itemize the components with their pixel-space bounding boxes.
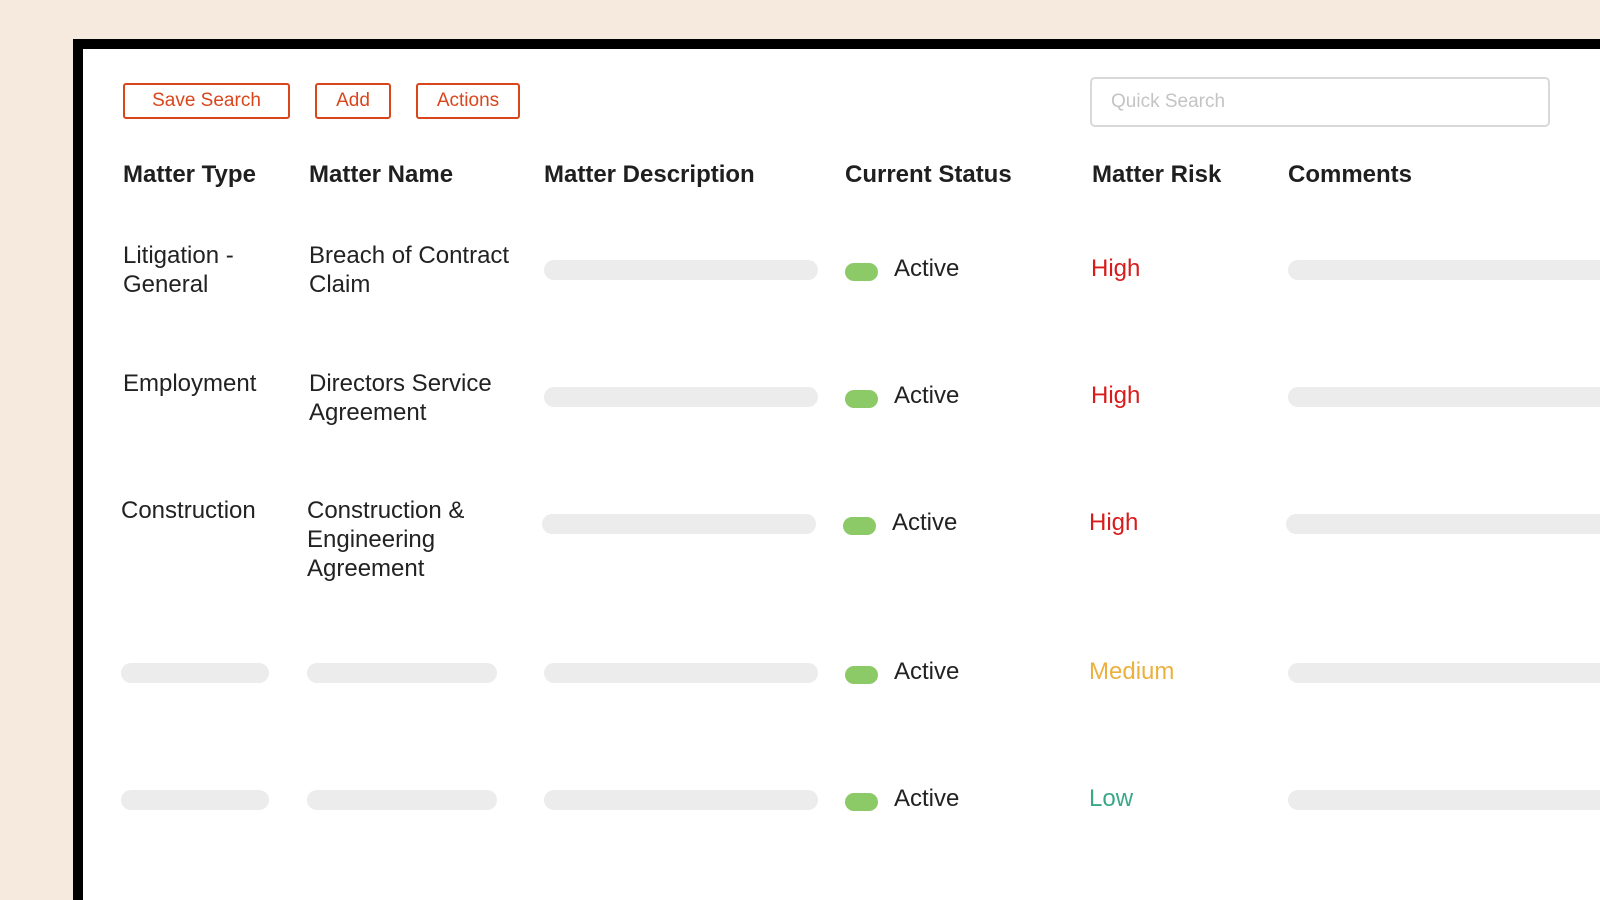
description-placeholder-bar bbox=[544, 663, 818, 683]
status-indicator bbox=[845, 793, 878, 811]
status-label: Active bbox=[894, 785, 960, 812]
status-indicator bbox=[843, 517, 876, 535]
table-row[interactable]: Construction Construction & Engineering … bbox=[83, 496, 1600, 624]
comments-placeholder-bar bbox=[1288, 387, 1600, 407]
matter-name-placeholder-bar bbox=[307, 790, 497, 810]
column-header-matter-risk[interactable]: Matter Risk bbox=[1092, 161, 1221, 189]
matter-type-placeholder-bar bbox=[121, 663, 269, 683]
column-header-matter-type[interactable]: Matter Type bbox=[123, 161, 256, 189]
status-indicator bbox=[845, 263, 878, 281]
description-placeholder-bar bbox=[544, 790, 818, 810]
table-row[interactable]: Active Low bbox=[83, 777, 1600, 900]
table-row[interactable]: Active Medium bbox=[83, 649, 1600, 777]
status-label: Active bbox=[894, 255, 960, 282]
table-row[interactable]: Employment Directors Service Agreement A… bbox=[83, 369, 1600, 497]
status-label: Active bbox=[894, 658, 960, 685]
description-placeholder-bar bbox=[544, 260, 818, 280]
column-header-matter-description[interactable]: Matter Description bbox=[544, 161, 755, 189]
matters-panel: Save Search Add Actions Matter Type Matt… bbox=[83, 49, 1600, 900]
column-header-comments[interactable]: Comments bbox=[1288, 161, 1412, 189]
matter-type-cell: Litigation - General bbox=[123, 242, 234, 298]
matter-name-cell: Directors Service Agreement bbox=[309, 370, 492, 426]
comments-placeholder-bar bbox=[1288, 260, 1600, 280]
risk-label: High bbox=[1091, 255, 1141, 282]
status-label: Active bbox=[892, 509, 958, 536]
save-search-button[interactable]: Save Search bbox=[123, 83, 290, 119]
table-row[interactable]: Litigation - General Breach of Contract … bbox=[83, 241, 1600, 369]
risk-label: High bbox=[1089, 509, 1139, 536]
risk-label: Low bbox=[1089, 785, 1134, 812]
column-header-matter-name[interactable]: Matter Name bbox=[309, 161, 453, 189]
description-placeholder-bar bbox=[542, 514, 816, 534]
comments-placeholder-bar bbox=[1286, 514, 1600, 534]
add-button[interactable]: Add bbox=[315, 83, 391, 119]
risk-label: Medium bbox=[1089, 658, 1175, 685]
actions-button[interactable]: Actions bbox=[416, 83, 520, 119]
comments-placeholder-bar bbox=[1288, 663, 1600, 683]
matter-type-cell: Construction bbox=[121, 497, 256, 524]
matter-name-placeholder-bar bbox=[307, 663, 497, 683]
matter-type-cell: Employment bbox=[123, 370, 257, 397]
description-placeholder-bar bbox=[544, 387, 818, 407]
matter-type-placeholder-bar bbox=[121, 790, 269, 810]
risk-label: High bbox=[1091, 382, 1141, 409]
column-header-current-status[interactable]: Current Status bbox=[845, 161, 1012, 189]
comments-placeholder-bar bbox=[1288, 790, 1600, 810]
quick-search-input[interactable] bbox=[1090, 77, 1550, 127]
matter-name-cell: Construction & Engineering Agreement bbox=[307, 497, 465, 582]
status-indicator bbox=[845, 666, 878, 684]
matter-name-cell: Breach of Contract Claim bbox=[309, 242, 510, 298]
app-window-frame: Save Search Add Actions Matter Type Matt… bbox=[73, 39, 1600, 900]
status-indicator bbox=[845, 390, 878, 408]
status-label: Active bbox=[894, 382, 960, 409]
